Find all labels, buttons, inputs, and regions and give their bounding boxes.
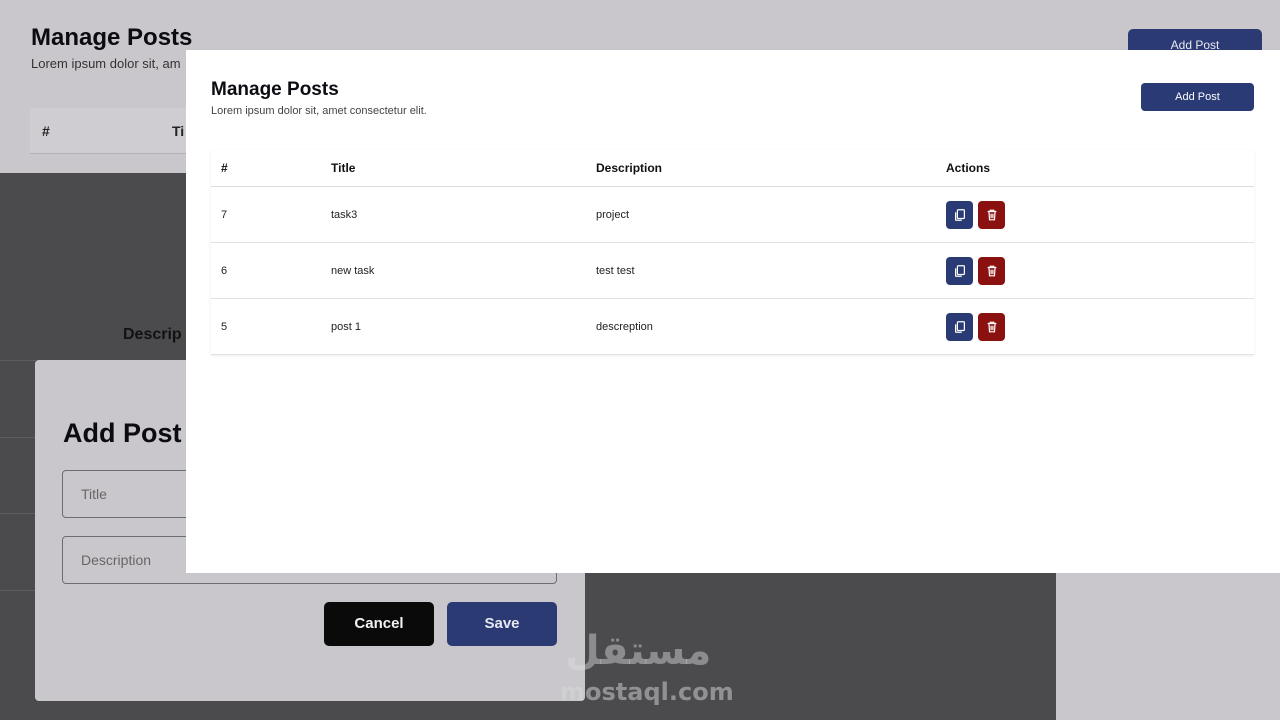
delete-button[interactable] — [978, 257, 1005, 285]
delete-button[interactable] — [978, 201, 1005, 229]
divider — [0, 437, 36, 438]
background-table-header — [30, 108, 190, 154]
trash-icon — [987, 321, 996, 333]
background-page-title: Manage Posts — [31, 24, 193, 51]
page-title: Manage Posts — [211, 79, 339, 100]
posts-table: # Title Description Actions 7 task3 proj… — [211, 150, 1254, 355]
copy-icon — [954, 265, 965, 277]
save-button[interactable]: Save — [447, 602, 557, 646]
th-title: Title — [331, 161, 356, 175]
th-id: # — [221, 161, 228, 175]
th-actions: Actions — [946, 161, 991, 175]
page-subtitle: Lorem ipsum dolor sit, amet consectetur … — [211, 105, 427, 117]
table-row: 5 post 1 descreption — [211, 299, 1254, 355]
cell-id: 7 — [221, 209, 228, 221]
add-post-title: Add Post — [63, 418, 182, 448]
cell-id: 6 — [221, 265, 228, 277]
cell-description: project — [596, 209, 630, 221]
cell-title: new task — [331, 265, 375, 277]
edit-button[interactable] — [946, 201, 973, 229]
divider — [0, 513, 36, 514]
watermark-url: mostaql.com — [560, 678, 734, 706]
edit-button[interactable] — [946, 257, 973, 285]
delete-button[interactable] — [978, 313, 1005, 341]
cell-id: 5 — [221, 321, 228, 333]
copy-icon — [954, 209, 965, 221]
copy-icon — [954, 321, 965, 333]
add-post-button[interactable]: Add Post — [1141, 83, 1254, 111]
th-description: Description — [596, 161, 663, 175]
trash-icon — [987, 209, 996, 221]
table-row: 6 new task test test — [211, 243, 1254, 299]
trash-icon — [987, 265, 996, 277]
cancel-button[interactable]: Cancel — [324, 602, 434, 646]
background-th-id: # — [42, 123, 50, 139]
background-description-label: Descrip — [123, 326, 182, 343]
cell-title: post 1 — [331, 321, 361, 333]
cell-title: task3 — [331, 209, 358, 221]
background-th-title: Ti — [172, 123, 185, 139]
divider — [0, 360, 36, 361]
cell-description: test test — [596, 265, 635, 277]
background-page-subtitle: Lorem ipsum dolor sit, am — [31, 56, 181, 71]
table-row: 7 task3 project — [211, 187, 1254, 243]
manage-posts-panel: Manage Posts Lorem ipsum dolor sit, amet… — [186, 50, 1280, 573]
cell-description: descreption — [596, 321, 653, 333]
divider — [0, 590, 36, 591]
table-header-row: # Title Description Actions — [211, 150, 1254, 187]
watermark-logo: مستقل — [565, 628, 712, 674]
edit-button[interactable] — [946, 313, 973, 341]
